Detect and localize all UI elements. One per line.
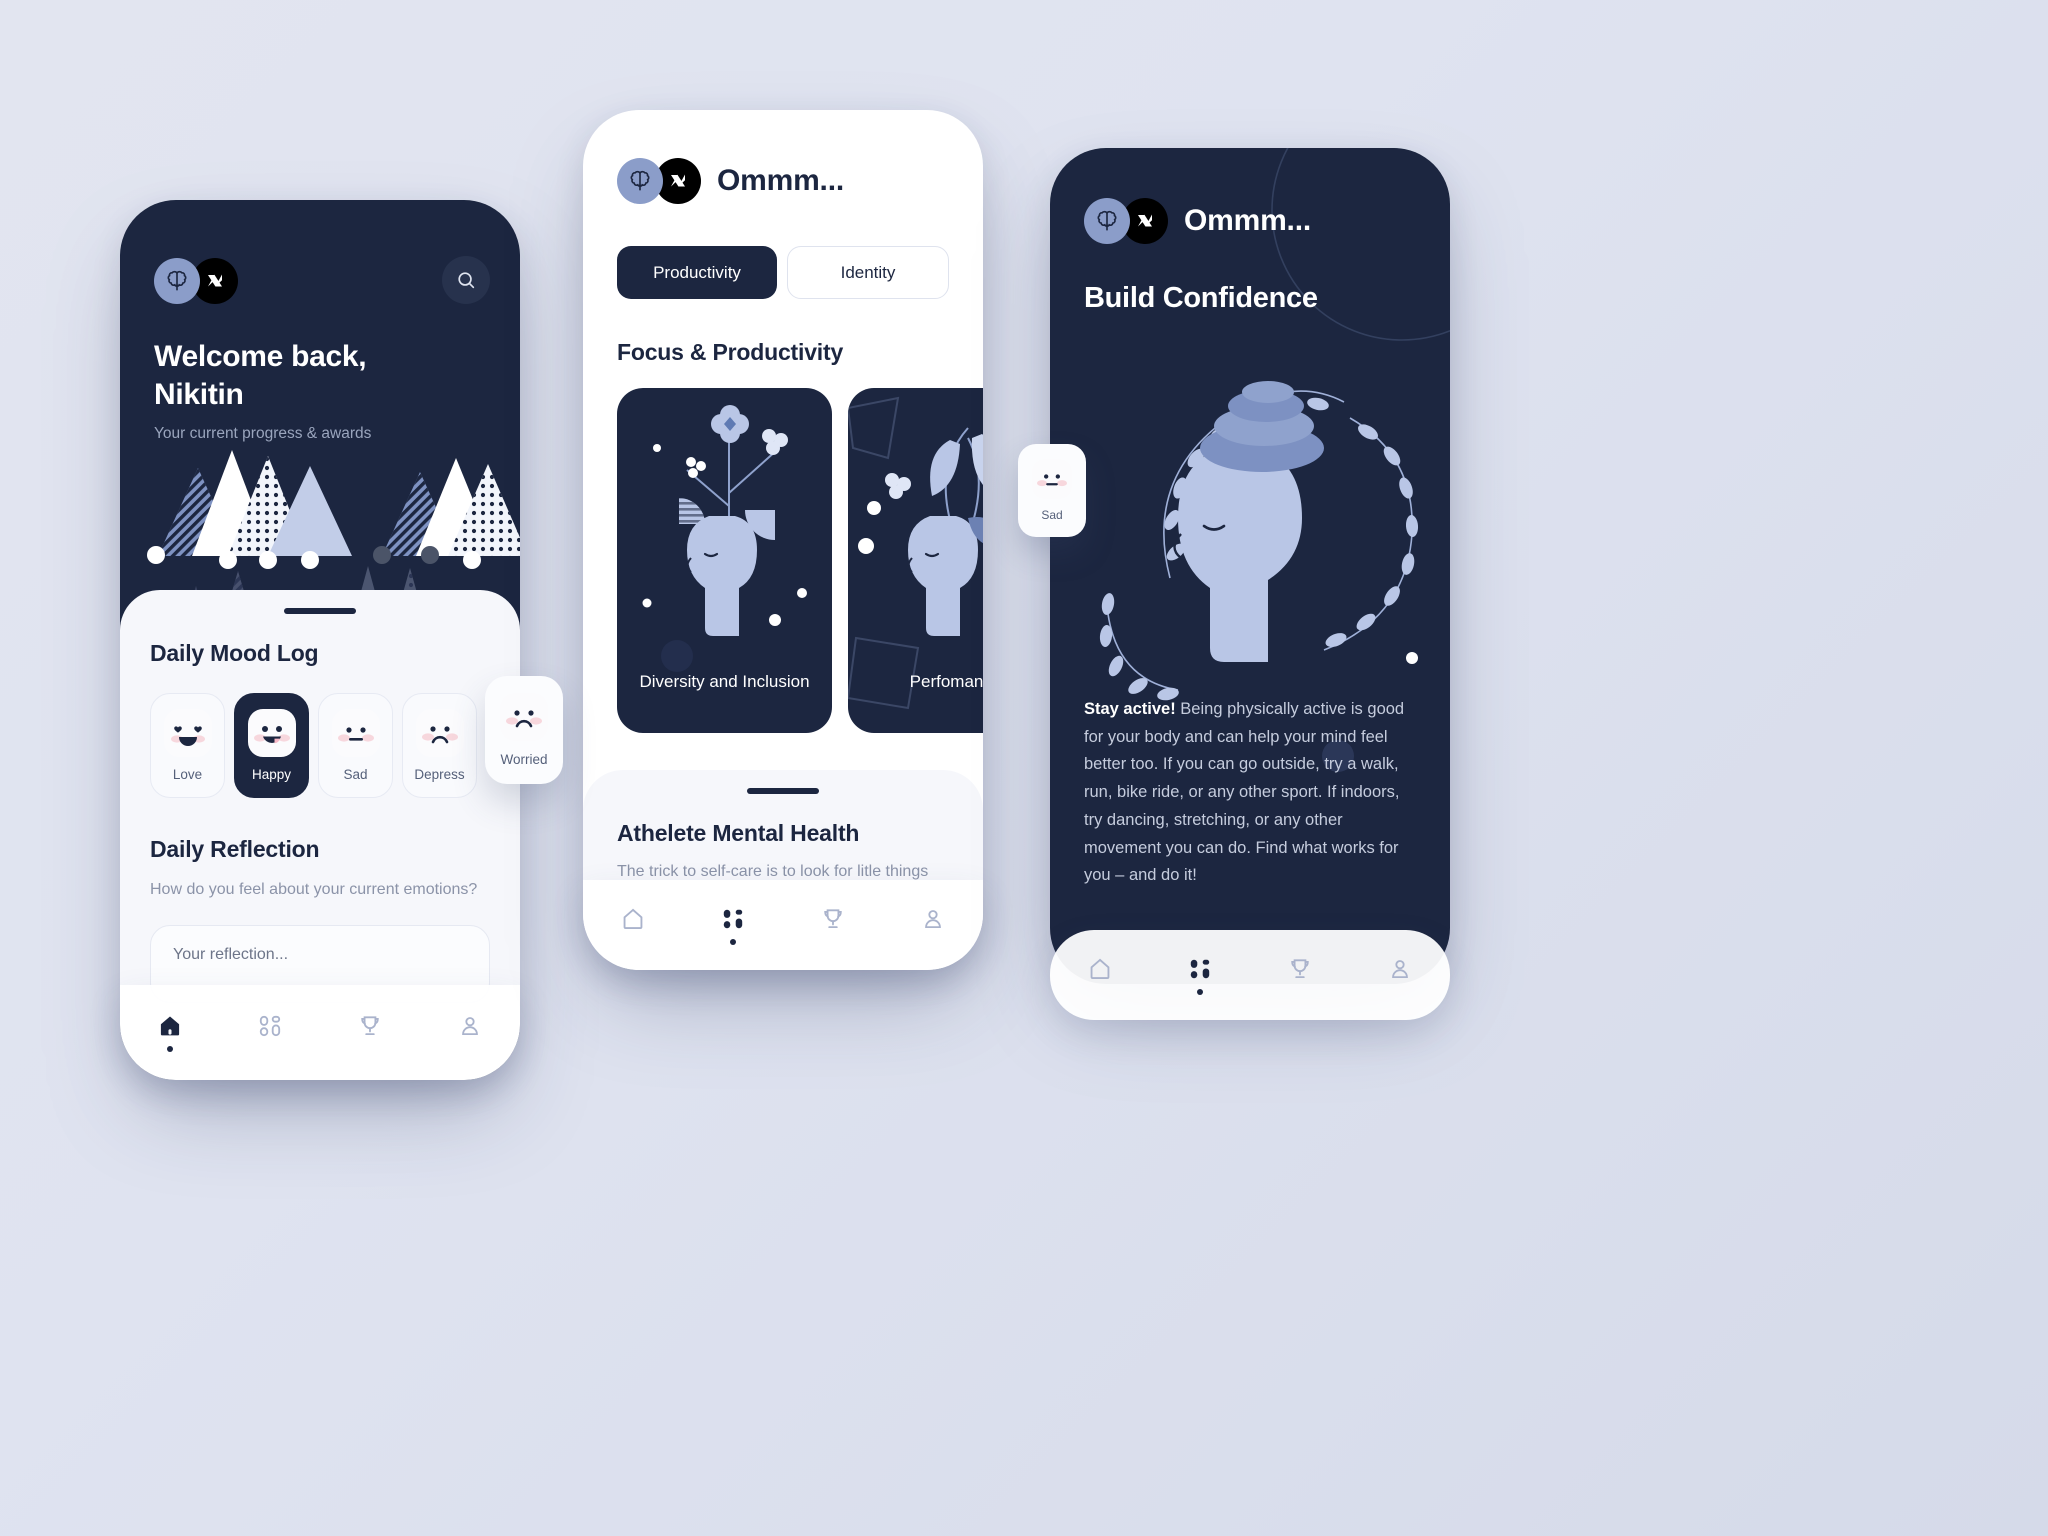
grid-icon: [259, 1015, 281, 1037]
content-card-diversity[interactable]: Diversity and Inclusion: [617, 388, 832, 733]
nav-item-awards[interactable]: [783, 906, 883, 945]
nav-item-dashboard[interactable]: [1150, 956, 1250, 995]
mood-label: Happy: [251, 767, 292, 782]
sheet-drag-handle[interactable]: [284, 608, 356, 614]
category-tabs: Productivity Identity: [617, 246, 949, 299]
person-icon: [462, 1017, 478, 1036]
heart-eyes-smile-icon: [163, 709, 212, 757]
article-heading: Build Confidence: [1084, 282, 1318, 314]
frown-icon: [415, 709, 464, 757]
mood-label: Sad: [343, 767, 368, 782]
nav-item-awards[interactable]: [320, 1013, 420, 1052]
article-body-text: Being physically active is good for your…: [1084, 700, 1405, 885]
phone1-header: Welcome back, Nikitin Your current progr…: [120, 200, 520, 443]
trophy-icon: [361, 1016, 379, 1036]
phone3-header: Ommm... Build Confidence: [1050, 148, 1450, 315]
brain-icon: [617, 158, 663, 204]
grid-icon: [723, 909, 743, 928]
mood-option-love[interactable]: Love: [150, 693, 225, 798]
mockup-stage: Welcome back, Nikitin Your current progr…: [0, 0, 2048, 1536]
phone2-header: Ommm... Productivity Identity Focus & Pr…: [583, 110, 983, 733]
sheet-title: Athelete Mental Health: [617, 820, 860, 846]
mood-option-happy[interactable]: Happy: [234, 693, 309, 798]
welcome-line-1: Welcome back,: [154, 340, 367, 373]
reflection-question: How do you feel about your current emoti…: [150, 881, 478, 898]
person-icon: [925, 909, 941, 928]
app-title: Ommm...: [717, 164, 844, 197]
mood-label: Sad: [1041, 508, 1063, 522]
content-card-performance[interactable]: Perfomance: [848, 388, 983, 733]
mood-selector: Love Happy Sad Depress: [150, 693, 490, 798]
bottom-nav-phone1: [120, 985, 520, 1080]
card-label: Perfomance: [909, 671, 983, 691]
phone-screen-home: Welcome back, Nikitin Your current progr…: [120, 200, 520, 1080]
tab-productivity[interactable]: Productivity: [617, 246, 777, 299]
brand-logo: Ommm...: [617, 158, 949, 204]
floating-mood-card-worried[interactable]: Worried: [485, 676, 563, 784]
mood-option-sad[interactable]: Sad: [318, 693, 393, 798]
mood-label: Worried: [500, 752, 548, 767]
nav-item-home[interactable]: [120, 1013, 220, 1052]
app-title: Ommm...: [1184, 204, 1311, 237]
flat-mouth-icon: [1032, 459, 1072, 499]
mood-label: Love: [172, 767, 203, 782]
search-button[interactable]: [442, 256, 490, 304]
search-icon: [458, 272, 475, 289]
person-icon: [1392, 959, 1408, 978]
bottom-nav-phone3: [1050, 930, 1450, 1020]
card-label: Diversity and Inclusion: [639, 671, 810, 691]
bottom-nav-phone2: [583, 880, 983, 970]
active-indicator-dot: [1197, 988, 1203, 995]
article-body: Stay active! Being physically active is …: [1084, 696, 1420, 890]
grid-icon: [1190, 959, 1210, 978]
open-smile-icon: [247, 709, 296, 757]
trophy-icon: [824, 908, 842, 928]
trophy-icon: [1291, 958, 1309, 978]
brand-logo: Ommm...: [1084, 198, 1416, 244]
active-indicator-dot: [730, 938, 736, 945]
mood-label: Depress: [414, 767, 465, 782]
welcome-subtitle: Your current progress & awards: [154, 424, 372, 442]
nav-item-home[interactable]: [583, 906, 683, 945]
flat-mouth-icon: [331, 709, 380, 757]
mood-log-title: Daily Mood Log: [150, 640, 319, 666]
brand-logo: [154, 258, 486, 304]
nav-item-awards[interactable]: [1250, 956, 1350, 995]
nav-item-dashboard[interactable]: [220, 1013, 320, 1052]
tab-identity[interactable]: Identity: [787, 246, 949, 299]
mood-option-depress[interactable]: Depress: [402, 693, 477, 798]
phone-screen-explore: Ommm... Productivity Identity Focus & Pr…: [583, 110, 983, 970]
section-title: Focus & Productivity: [617, 339, 844, 365]
brain-icon: [1084, 198, 1130, 244]
worried-frown-icon: [500, 693, 548, 741]
reflection-title: Daily Reflection: [150, 836, 320, 862]
nav-item-profile[interactable]: [420, 1013, 520, 1052]
nav-item-home[interactable]: [1050, 956, 1150, 995]
home-icon: [623, 908, 643, 929]
active-indicator-dot: [167, 1046, 173, 1052]
sheet-drag-handle[interactable]: [747, 788, 819, 794]
home-icon: [1090, 958, 1110, 979]
nav-item-profile[interactable]: [1350, 956, 1450, 995]
page-title: Welcome back, Nikitin: [154, 338, 486, 415]
phone-screen-article: Ommm... Build Confidence Stay active! Be…: [1050, 148, 1450, 984]
content-card-list: Diversity and Inclusion Perfoman: [617, 388, 983, 733]
floating-mood-card-sad[interactable]: Sad: [1018, 444, 1086, 537]
home-icon: [160, 1016, 180, 1036]
brain-icon: [154, 258, 200, 304]
nav-item-profile[interactable]: [883, 906, 983, 945]
article-body-lead: Stay active!: [1084, 700, 1176, 718]
sheet-subtitle: The trick to self-care is to look for li…: [617, 863, 929, 880]
welcome-line-2: Nikitin: [154, 378, 244, 412]
nav-item-dashboard[interactable]: [683, 906, 783, 945]
